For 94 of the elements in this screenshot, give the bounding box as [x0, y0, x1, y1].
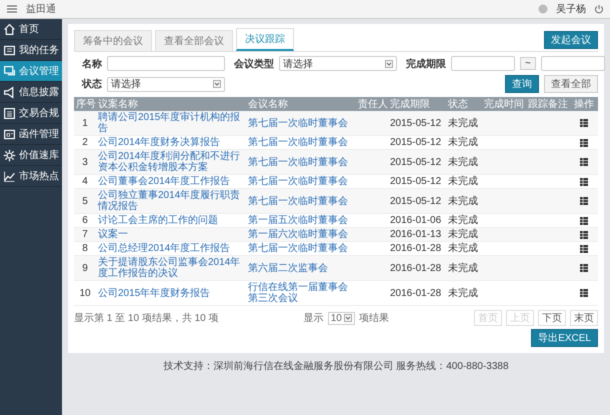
show-all-button[interactable]: 查看全部: [544, 75, 598, 93]
table-cell: 2015-05-12: [388, 111, 446, 136]
line-chart-icon: [3, 170, 16, 182]
column-header: 完成时间: [482, 97, 526, 111]
dropdown-arrow-icon: [344, 314, 352, 322]
page-size-label: 显示: [304, 312, 324, 325]
column-header: 完成期限: [388, 97, 446, 111]
column-header: 序号: [74, 97, 96, 111]
meeting-link[interactable]: 第七届一次临时董事会: [248, 137, 354, 148]
grid-icon[interactable]: [580, 264, 588, 272]
grid-icon[interactable]: [580, 197, 588, 205]
gear-icon: [3, 148, 16, 162]
proposal-link[interactable]: 公司董事会2014年度工作报告: [98, 176, 244, 187]
column-header: 会议名称: [246, 97, 356, 111]
pager-button[interactable]: 下页: [538, 310, 566, 326]
table-cell: 2015-05-12: [388, 188, 446, 214]
sidebar-item[interactable]: 会议管理: [0, 61, 62, 82]
result-summary: 显示第 1 至 10 项结果，共 10 项: [74, 312, 218, 325]
date-to-field[interactable]: [540, 56, 605, 71]
power-icon[interactable]: [594, 4, 604, 14]
grid-icon[interactable]: [580, 119, 588, 127]
new-meeting-button[interactable]: 发起会议: [544, 31, 598, 49]
table-cell: 1: [74, 111, 96, 136]
megaphone-icon: [3, 86, 16, 98]
meeting-link[interactable]: 第一届六次临时董事会: [248, 229, 354, 240]
pager-button[interactable]: 末页: [570, 310, 598, 326]
home-icon: [3, 22, 16, 36]
dropdown-arrow-icon: [385, 60, 393, 68]
user-avatar-icon: [538, 4, 548, 14]
query-button[interactable]: 查询: [505, 75, 539, 93]
grid-icon[interactable]: [580, 216, 588, 224]
page-size-label: 项结果: [358, 312, 389, 325]
page-size-select[interactable]: 10: [328, 312, 355, 324]
column-header: 状态: [446, 97, 482, 111]
list-icon: [3, 106, 16, 120]
type-select[interactable]: 请选择: [279, 56, 397, 71]
grid-icon[interactable]: [580, 158, 588, 166]
tab[interactable]: 决议跟踪: [236, 28, 294, 51]
table-cell: 未完成: [446, 188, 482, 214]
status-select[interactable]: 请选择: [107, 76, 225, 92]
document-icon: [3, 44, 16, 56]
proposal-link[interactable]: 关于提请股东公司监事会2014年度工作报告的决议: [98, 257, 244, 279]
table-cell: 3: [74, 150, 96, 174]
grid-icon[interactable]: [580, 138, 588, 146]
table-cell: 7: [74, 228, 96, 242]
grid-icon[interactable]: [580, 244, 588, 252]
table-cell: 未完成: [446, 256, 482, 280]
meeting-link[interactable]: 第一届五次临时董事会: [248, 215, 354, 226]
name-field[interactable]: [107, 56, 225, 71]
proposal-link[interactable]: 公司2014年度财务决算报告: [98, 137, 244, 148]
table-cell: 10: [74, 280, 96, 306]
proposal-link[interactable]: 议案一: [98, 229, 244, 240]
column-header: 责任人: [356, 97, 388, 111]
user-name[interactable]: 吴子杨: [556, 2, 586, 16]
field-label: 会议类型: [233, 58, 274, 70]
table-cell: 2015-05-12: [388, 150, 446, 174]
proposal-link[interactable]: 讨论工会主席的工作的问题: [98, 215, 244, 226]
tab[interactable]: 筹备中的会议: [74, 30, 152, 51]
grid-icon[interactable]: [580, 178, 588, 186]
field-label: 状态: [80, 78, 102, 91]
grid-icon[interactable]: [580, 230, 588, 238]
footer-text: 技术支持：深圳前海行信在线金融服务股份有限公司 服务热线：400-880-3388: [162, 360, 510, 373]
window-icon: [3, 128, 16, 140]
field-label: 名称: [81, 58, 102, 70]
table-cell: 5: [74, 188, 96, 214]
column-header: 操作: [570, 97, 598, 111]
table-cell: 未完成: [446, 150, 482, 174]
table-cell: 未完成: [446, 280, 482, 306]
range-separator: ~: [520, 57, 536, 70]
meeting-link[interactable]: 第七届一次临时董事会: [248, 243, 354, 254]
proposal-link[interactable]: 公司独立董事2014年度履行职责情况报告: [98, 190, 244, 212]
proposal-link[interactable]: 公司2015年年度财务报告: [98, 288, 244, 298]
dropdown-arrow-icon: [213, 80, 221, 88]
proposal-link[interactable]: 公司总经理2014年度工作报告: [98, 243, 244, 254]
column-header: 议案名称: [96, 97, 246, 111]
table-cell: 9: [74, 256, 96, 280]
meeting-link[interactable]: 第七届一次临时董事会: [248, 176, 354, 187]
table-cell: 2016-01-28: [388, 256, 446, 280]
tab[interactable]: 查看全部会议: [155, 30, 233, 51]
table-cell: 未完成: [446, 228, 482, 242]
date-from-field[interactable]: [451, 56, 515, 71]
export-button[interactable]: 导出EXCEL: [531, 329, 598, 347]
table-cell: 2016-01-28: [388, 280, 446, 306]
table-cell: 未完成: [446, 111, 482, 136]
grid-icon[interactable]: [580, 289, 588, 297]
app-title: 益田通: [26, 2, 56, 16]
table-cell: 2016-01-13: [388, 228, 446, 242]
proposal-link[interactable]: 公司2014年度利润分配和不进行资本公积金转增股本方案: [98, 151, 244, 173]
column-header: 跟踪备注: [526, 97, 570, 111]
monitor-icon: [3, 64, 16, 78]
field-label: 完成期限: [405, 57, 446, 70]
meeting-link[interactable]: 行信在线第一届董事会第三次会议: [248, 282, 354, 304]
proposal-link[interactable]: 聘请公司2015年度审计机构的报告: [98, 112, 244, 134]
menu-icon[interactable]: [6, 4, 18, 14]
